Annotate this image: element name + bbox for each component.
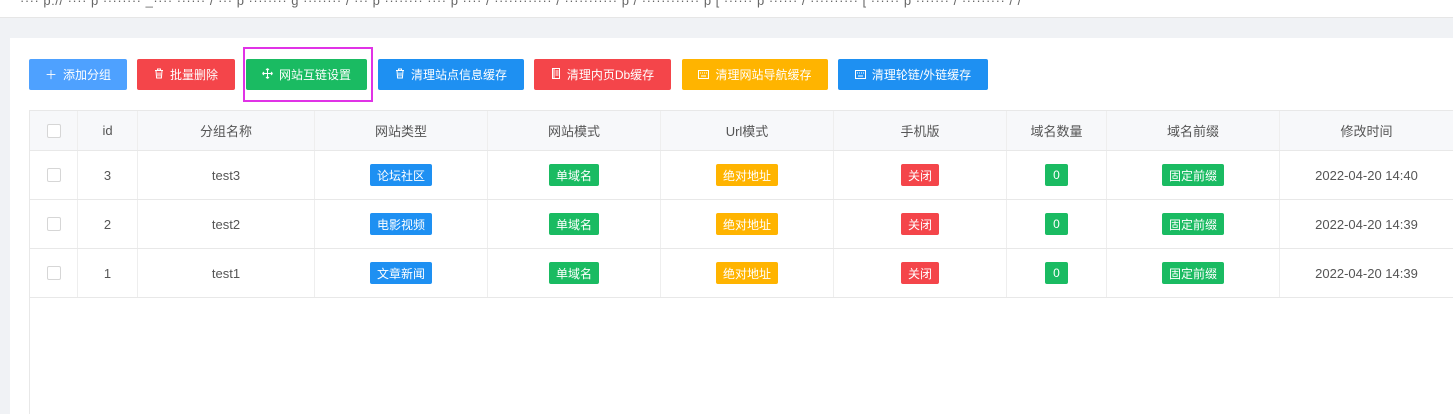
row-checkbox[interactable] [46,266,61,280]
book-icon [551,68,561,81]
cell-group-name: test1 [138,249,315,297]
cell-mobile: 关闭 [834,151,1007,199]
select-all-cell [30,111,78,150]
url-mode-tag: 绝对地址 [715,164,778,186]
clear-site-cache-label: 清理站点信息缓存 [410,68,507,82]
domain-count-badge: 0 [1045,213,1068,235]
cell-id: 2 [78,200,138,248]
header-site-type: 网站类型 [315,111,488,150]
cell-modified-time: 2022-04-20 14:39 [1280,249,1453,297]
table-row: 1 test1 文章新闻 单域名 绝对地址 关闭 0 固定前缀 2022-04-… [30,249,1453,298]
header-domain-prefix: 域名前缀 [1107,111,1280,150]
domain-count-badge: 0 [1045,262,1068,284]
trash-icon [395,68,405,81]
cell-url-mode: 绝对地址 [661,151,834,199]
move-icon [262,68,273,81]
cell-url-mode: 绝对地址 [661,200,834,248]
cell-domain-count: 0 [1007,249,1107,297]
cell-mobile: 关闭 [834,249,1007,297]
mobile-status-tag: 关闭 [900,262,939,284]
row-checkbox[interactable] [46,168,61,182]
top-strip-text: ···· p:// ···· p ········ _···· ······ /… [20,0,1022,8]
cell-domain-count: 0 [1007,151,1107,199]
clear-inner-db-cache-label: 清理内页Db缓存 [566,68,655,82]
site-mode-tag: 单域名 [548,164,599,186]
header-mobile: 手机版 [834,111,1007,150]
site-mode-tag: 单域名 [548,213,599,235]
domain-prefix-tag: 固定前缀 [1161,164,1224,186]
header-site-mode: 网站模式 [488,111,661,150]
header-domain-count: 域名数量 [1007,111,1107,150]
table-row: 2 test2 电影视频 单域名 绝对地址 关闭 0 固定前缀 2022-04-… [30,200,1453,249]
table-header: id 分组名称 网站类型 网站模式 Url模式 手机版 域名数量 域名前缀 修改… [30,111,1453,151]
table-row: 3 test3 论坛社区 单域名 绝对地址 关闭 0 固定前缀 2022-04-… [30,151,1453,200]
cell-mobile: 关闭 [834,200,1007,248]
plus-icon: ＋ [44,67,57,82]
cell-url-mode: 绝对地址 [661,249,834,297]
site-type-tag: 电影视频 [369,213,432,235]
cell-modified-time: 2022-04-20 14:39 [1280,200,1453,248]
site-mode-tag: 单域名 [548,262,599,284]
site-type-tag: 文章新闻 [369,262,432,284]
cell-group-name: test3 [138,151,315,199]
clear-carousel-cache-button[interactable]: 清理轮链/外链缓存 [838,59,988,90]
site-type-tag: 论坛社区 [369,164,432,186]
domain-count-badge: 0 [1045,164,1068,186]
top-strip: ···· p:// ···· p ········ _···· ······ /… [0,0,1453,18]
trash-icon [154,68,164,81]
row-checkbox[interactable] [46,217,61,231]
batch-delete-label: 批量删除 [169,68,218,82]
mobile-status-tag: 关闭 [900,164,939,186]
cell-site-type: 文章新闻 [315,249,488,297]
cell-domain-prefix: 固定前缀 [1107,249,1280,297]
cell-group-name: test2 [138,200,315,248]
cell-site-type: 论坛社区 [315,151,488,199]
keyboard-icon [698,69,710,81]
clear-site-cache-button[interactable]: 清理站点信息缓存 [378,59,524,90]
cell-domain-prefix: 固定前缀 [1107,200,1280,248]
mobile-status-tag: 关闭 [900,213,939,235]
cell-site-mode: 单域名 [488,249,661,297]
header-modified-time: 修改时间 [1280,111,1453,150]
cell-domain-count: 0 [1007,200,1107,248]
row-select-cell [30,200,78,248]
clear-inner-db-cache-button[interactable]: 清理内页Db缓存 [534,59,671,90]
link-settings-button[interactable]: 网站互链设置 [246,59,367,90]
cell-site-mode: 单域名 [488,151,661,199]
header-id: id [78,111,138,150]
batch-delete-button[interactable]: 批量删除 [137,59,235,90]
cell-site-type: 电影视频 [315,200,488,248]
domain-prefix-tag: 固定前缀 [1161,262,1224,284]
cell-id: 3 [78,151,138,199]
clear-carousel-cache-label: 清理轮链/外链缓存 [871,68,972,82]
groups-table: id 分组名称 网站类型 网站模式 Url模式 手机版 域名数量 域名前缀 修改… [29,110,1453,414]
url-mode-tag: 绝对地址 [715,213,778,235]
clear-nav-cache-button[interactable]: 清理网站导航缓存 [682,59,828,90]
domain-prefix-tag: 固定前缀 [1161,213,1224,235]
clear-nav-cache-label: 清理网站导航缓存 [715,68,812,82]
cell-id: 1 [78,249,138,297]
cell-domain-prefix: 固定前缀 [1107,151,1280,199]
add-group-button[interactable]: ＋ 添加分组 [29,59,127,90]
link-settings-label: 网站互链设置 [278,68,351,82]
url-mode-tag: 绝对地址 [715,262,778,284]
cell-modified-time: 2022-04-20 14:40 [1280,151,1453,199]
row-select-cell [30,249,78,297]
keyboard-icon [854,69,866,81]
header-url-mode: Url模式 [661,111,834,150]
select-all-checkbox[interactable] [46,123,61,138]
main-card: ＋ 添加分组 批量删除 网站互链设置 清理站点信息缓存 清理内页Db缓存 清理网… [10,38,1453,414]
row-select-cell [30,151,78,199]
add-group-label: 添加分组 [63,68,112,82]
header-group-name: 分组名称 [138,111,315,150]
cell-site-mode: 单域名 [488,200,661,248]
